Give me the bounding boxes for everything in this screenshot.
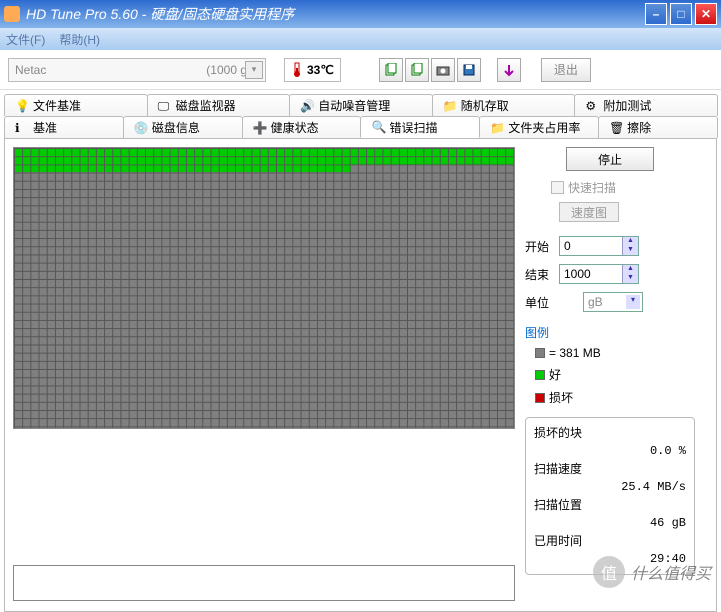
menu-help[interactable]: 帮助(H) (59, 31, 100, 48)
speedmap-button[interactable]: 速度图 (559, 202, 619, 222)
app-icon (4, 6, 20, 22)
stat-pos-value: 46 gB (534, 514, 686, 532)
folder-icon: 📁 (490, 121, 504, 135)
menu-file[interactable]: 文件(F) (6, 31, 45, 48)
legend-good: 好 (535, 366, 695, 383)
minimize-button[interactable]: – (645, 3, 667, 25)
content-panel: 停止 快速扫描 速度图 开始 0 ▲▼ 结束 1000 ▲▼ 单位 gB ▾ (4, 138, 717, 612)
disk-icon: 💿 (134, 121, 148, 135)
temperature-value: 33℃ (307, 63, 334, 77)
device-name: Netac (15, 63, 206, 77)
tab-health[interactable]: ➕健康状态 (242, 116, 362, 138)
exit-button[interactable]: 退出 (541, 58, 591, 82)
stat-speed-label: 扫描速度 (534, 460, 686, 478)
tab-random-access[interactable]: 📁随机存取 (432, 94, 576, 116)
thermometer-icon (291, 62, 303, 78)
info-icon: ℹ (15, 121, 29, 135)
titlebar: HD Tune Pro 5.60 - 硬盘/固态硬盘实用程序 – □ ✕ (0, 0, 721, 28)
quick-scan-label: 快速扫描 (568, 179, 616, 196)
monitor-icon: 🖵 (158, 99, 172, 113)
start-input[interactable]: 0 ▲▼ (559, 236, 639, 256)
tab-info[interactable]: 💿磁盘信息 (123, 116, 243, 138)
gear-icon: ⚙ (585, 99, 599, 113)
stat-bad-value: 0.0 % (534, 442, 686, 460)
legend-block: = 381 MB (535, 346, 695, 360)
scanned-blocks (14, 148, 514, 165)
window-title: HD Tune Pro 5.60 - 硬盘/固态硬盘实用程序 (26, 4, 645, 24)
scan-grid (13, 147, 515, 429)
end-label: 结束 (525, 266, 555, 283)
window-controls: – □ ✕ (645, 3, 717, 25)
unit-selector[interactable]: gB ▾ (583, 292, 643, 312)
screenshot-button[interactable] (431, 58, 455, 82)
trash-icon: 🗑 (609, 121, 623, 135)
tab-disk-monitor[interactable]: 🖵磁盘监视器 (147, 94, 291, 116)
search-icon: 🔍 (371, 120, 385, 134)
tab-extra-tests[interactable]: ⚙附加测试 (574, 94, 718, 116)
legend-bad: 损坏 (535, 389, 695, 406)
temperature-display: 33℃ (284, 58, 341, 82)
copy-info-button[interactable] (379, 58, 403, 82)
quick-scan-row: 快速扫描 (525, 179, 695, 196)
tab-folder-usage[interactable]: 📁文件夹占用率 (479, 116, 599, 138)
left-column (13, 147, 517, 603)
close-button[interactable]: ✕ (695, 3, 717, 25)
legend-title: 图例 (525, 324, 695, 341)
unit-label: 单位 (525, 294, 555, 311)
end-input[interactable]: 1000 ▲▼ (559, 264, 639, 284)
log-box (13, 565, 515, 601)
right-column: 停止 快速扫描 速度图 开始 0 ▲▼ 结束 1000 ▲▼ 单位 gB ▾ (525, 147, 695, 603)
tab-erase[interactable]: 🗑擦除 (598, 116, 718, 138)
stats-box: 损坏的块 0.0 % 扫描速度 25.4 MB/s 扫描位置 46 gB 已用时… (525, 417, 695, 575)
tab-row-1: 💡文件基准 🖵磁盘监视器 🔊自动噪音管理 📁随机存取 ⚙附加测试 (4, 94, 717, 116)
end-row: 结束 1000 ▲▼ (525, 264, 695, 284)
watermark-badge: 值 (593, 556, 625, 588)
tool-buttons (379, 58, 481, 82)
watermark-text: 什么值得买 (631, 560, 711, 584)
chevron-down-icon: ▾ (245, 61, 263, 79)
stop-button[interactable]: 停止 (566, 147, 654, 171)
stat-speed-value: 25.4 MB/s (534, 478, 686, 496)
save-button[interactable] (457, 58, 481, 82)
tab-row-2: ℹ基准 💿磁盘信息 ➕健康状态 🔍错误扫描 📁文件夹占用率 🗑擦除 (4, 116, 717, 138)
device-selector[interactable]: Netac (1000 gB) ▾ (8, 58, 266, 82)
watermark: 值 什么值得买 (593, 556, 711, 588)
start-label: 开始 (525, 238, 555, 255)
toolbar: Netac (1000 gB) ▾ 33℃ 退出 (0, 50, 721, 90)
green-square-icon (535, 370, 545, 380)
spinner-icon[interactable]: ▲▼ (622, 265, 638, 283)
unit-row: 单位 gB ▾ (525, 292, 695, 312)
start-row: 开始 0 ▲▼ (525, 236, 695, 256)
tab-benchmark[interactable]: ℹ基准 (4, 116, 124, 138)
red-square-icon (535, 393, 545, 403)
bulb-icon: 💡 (15, 99, 29, 113)
scanned-blocks-partial (14, 164, 351, 172)
gray-square-icon (535, 348, 545, 358)
chevron-down-icon: ▾ (626, 295, 640, 309)
spinner-icon[interactable]: ▲▼ (622, 237, 638, 255)
stat-time-label: 已用时间 (534, 532, 686, 550)
quick-scan-checkbox[interactable] (551, 181, 564, 194)
stat-bad-label: 损坏的块 (534, 424, 686, 442)
menubar: 文件(F) 帮助(H) (0, 28, 721, 50)
options-button[interactable] (497, 58, 521, 82)
tab-file-benchmark[interactable]: 💡文件基准 (4, 94, 148, 116)
tabs: 💡文件基准 🖵磁盘监视器 🔊自动噪音管理 📁随机存取 ⚙附加测试 ℹ基准 💿磁盘… (0, 90, 721, 138)
maximize-button[interactable]: □ (670, 3, 692, 25)
copy-screenshot-button[interactable] (405, 58, 429, 82)
stat-pos-label: 扫描位置 (534, 496, 686, 514)
tab-error-scan[interactable]: 🔍错误扫描 (360, 116, 480, 138)
tab-aam[interactable]: 🔊自动噪音管理 (289, 94, 433, 116)
health-icon: ➕ (253, 121, 267, 135)
folder-icon: 📁 (443, 99, 457, 113)
speaker-icon: 🔊 (300, 99, 314, 113)
